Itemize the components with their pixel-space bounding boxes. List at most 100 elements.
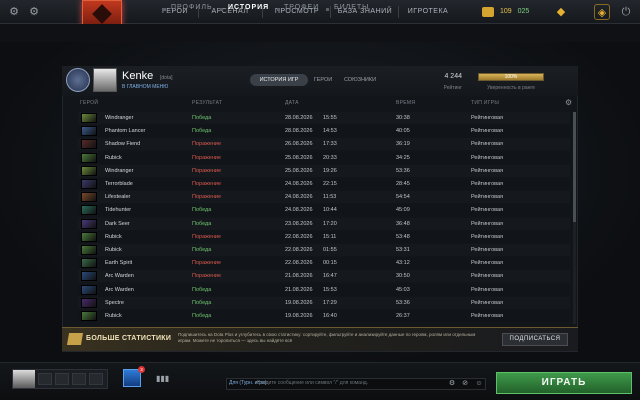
match-time: 10:44	[323, 207, 337, 214]
column-header-hero[interactable]: ГЕРОЙ	[80, 100, 98, 106]
hero-portrait	[81, 179, 97, 189]
column-header-result[interactable]: РЕЗУЛЬТАТ	[192, 100, 222, 106]
table-row[interactable]: Tidehunter Победа 24.08.2026 10:44 45:09 Рейт…	[78, 204, 570, 217]
table-row[interactable]: Rubick Победа 19.08.2026 16:40 26:37 Рейтинго…	[78, 310, 570, 322]
match-type: Рейтинговая	[471, 299, 504, 306]
table-row[interactable]: Spectre Победа 19.08.2026 17:29 53:36 Рейтинг…	[78, 296, 570, 309]
hero-portrait	[81, 205, 97, 216]
table-row[interactable]: Terrorblade Поражение 24.08.2026 22:15 28:45…	[78, 178, 570, 190]
hero-name: Rubick	[105, 154, 122, 161]
hero-portrait	[81, 284, 97, 295]
table-row[interactable]: Windranger Победа 28.08.2026 15:55 30:38 Рейт…	[78, 112, 570, 124]
match-type: Рейтинговая	[471, 154, 504, 161]
rating-value: 4 244	[444, 73, 462, 80]
subnav-dot	[326, 8, 329, 11]
match-time: 19:26	[323, 167, 337, 174]
subnav-history[interactable]: ИСТОРИЯ	[228, 4, 269, 11]
table-row[interactable]: Shadow Fiend Поражение 26.08.2026 17:33 36:1…	[78, 138, 570, 151]
match-duration: 26:37	[396, 313, 410, 319]
table-row[interactable]: Windranger Поражение 25.08.2026 19:26 53:36 Р…	[78, 164, 570, 177]
subscribe-button[interactable]: ПОДПИСАТЬСЯ	[502, 333, 568, 346]
match-duration: 34:25	[396, 154, 410, 161]
match-result: Победа	[192, 299, 212, 306]
match-time: 22:15	[323, 181, 337, 187]
scrollbar-thumb[interactable]	[573, 112, 576, 222]
match-type: Рейтинговая	[471, 273, 504, 280]
table-row[interactable]: Earth Spirit Поражение 22.08.2026 00:15 43:1…	[78, 257, 570, 270]
rank-medal[interactable]	[66, 68, 90, 92]
subnav-tickets[interactable]: БИЛЕТЫ	[334, 4, 369, 11]
match-time: 14:53	[323, 128, 337, 135]
match-time: 17:29	[323, 299, 337, 306]
stats-bars-icon[interactable]: ▮▮▮	[156, 375, 169, 383]
table-row[interactable]: Rubick Поражение 22.08.2026 15:11 53:48 Рейти…	[78, 230, 570, 243]
hero-portrait	[81, 311, 97, 321]
gear-icon[interactable]: ⚙	[6, 4, 22, 20]
match-duration: 53:36	[396, 167, 410, 174]
table-row[interactable]: Dark Seer Победа 23.08.2026 17:20 36:48 Рейти…	[78, 217, 570, 230]
table-row[interactable]: Arc Warden Поражение 21.08.2026 16:47 30:50 Р…	[78, 270, 570, 283]
shield-icon[interactable]: ◆	[553, 4, 569, 20]
settings-icon[interactable]: ⚙	[26, 4, 42, 20]
match-date: 23.08.2026	[285, 220, 313, 227]
rating-label: Рейтинг	[443, 85, 462, 91]
dota-logo[interactable]	[82, 0, 122, 26]
nav-arcade[interactable]: ИГРОТЕКА	[400, 0, 456, 24]
rank-confidence-percent: 100%	[504, 74, 518, 80]
table-row[interactable]: Rubick Победа 22.08.2026 01:55 53:31 Рейтинго…	[78, 244, 570, 256]
table-row[interactable]: Lifestealer Поражение 24.08.2026 11:53 54:54…	[78, 191, 570, 204]
hero-name: Arc Warden	[105, 286, 134, 293]
match-duration: 30:38	[396, 115, 410, 121]
dota-plus-header-icon[interactable]: ◈	[594, 4, 610, 20]
match-result: Победа	[192, 313, 212, 319]
match-type: Рейтинговая	[471, 115, 504, 121]
match-result: Победа	[192, 247, 212, 253]
hero-name: Dark Seer	[105, 220, 130, 227]
tab-match-history[interactable]: ИСТОРИЯ ИГР	[250, 74, 308, 86]
match-time: 17:20	[323, 220, 337, 227]
hero-portrait	[81, 231, 97, 242]
column-header-date[interactable]: ДАТА	[285, 100, 299, 106]
subnav-profile[interactable]: ПРОФИЛЬ	[171, 4, 213, 11]
subnav-trophies[interactable]: ТРОФЕИ	[284, 4, 319, 11]
match-duration: 28:45	[396, 181, 410, 187]
profile-subnav	[0, 24, 640, 42]
table-settings-icon[interactable]: ⚙	[565, 99, 573, 107]
chat-settings-icon[interactable]: ⚙	[447, 379, 457, 389]
party-avatar[interactable]	[13, 370, 35, 388]
emoji-icon[interactable]: ☺	[474, 379, 484, 389]
hero-portrait	[81, 245, 97, 255]
tab-allies[interactable]: СОЮЗНИКИ	[340, 74, 380, 86]
match-date: 22.08.2026	[285, 260, 313, 267]
column-header-duration[interactable]: ВРЕМЯ	[396, 100, 415, 106]
power-icon[interactable]: ⏻	[618, 4, 634, 20]
match-date: 26.08.2026	[285, 141, 313, 148]
hero-portrait	[81, 126, 97, 137]
match-time: 15:11	[323, 233, 337, 240]
hero-name: Rubick	[105, 313, 122, 319]
subnav-dot	[277, 8, 280, 11]
tab-heroes[interactable]: ГЕРОИ	[310, 74, 336, 86]
match-time: 15:55	[323, 115, 337, 121]
party-slot[interactable]	[72, 373, 86, 385]
play-button[interactable]: ИГРАТЬ	[496, 372, 632, 394]
avatar[interactable]	[93, 68, 117, 92]
player-tag: [dota]	[160, 75, 173, 81]
party-slot[interactable]	[89, 373, 103, 385]
column-header-type[interactable]: ТИП ИГРЫ	[471, 100, 499, 106]
match-result: Поражение	[192, 260, 222, 267]
currency-display[interactable]: 109 025	[482, 5, 532, 19]
hero-portrait	[81, 113, 97, 123]
match-time: 01:55	[323, 247, 337, 253]
currency-gold: 109	[500, 8, 512, 15]
table-row[interactable]: Rubick Поражение 25.08.2026 20:33 34:25 Рейти…	[78, 151, 570, 164]
party-slot[interactable]	[38, 373, 52, 385]
table-row[interactable]: Arc Warden Победа 21.08.2026 15:53 45:03 Рейт…	[78, 283, 570, 296]
table-row[interactable]: Phantom Lancer Победа 28.08.2026 14:53 40:05…	[78, 125, 570, 138]
chat-cancel-icon[interactable]: ⊘	[460, 379, 470, 389]
party-slot[interactable]	[55, 373, 69, 385]
match-duration: 45:09	[396, 207, 410, 214]
nav-separator	[398, 6, 399, 18]
match-type: Рейтинговая	[471, 207, 504, 214]
match-date: 22.08.2026	[285, 233, 313, 240]
